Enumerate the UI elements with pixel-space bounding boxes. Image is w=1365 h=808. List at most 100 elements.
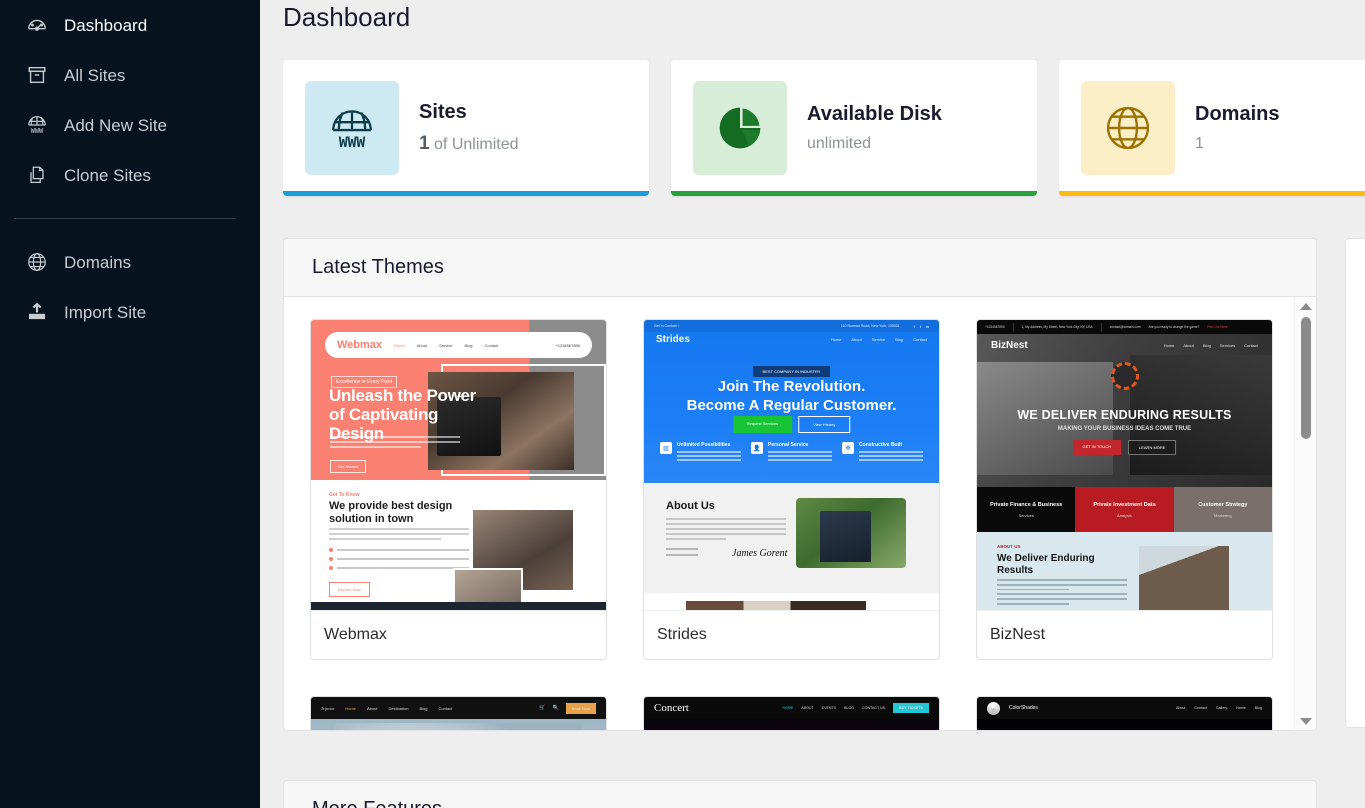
preview-nav-item: Blog <box>464 342 473 348</box>
sidebar-item-import-site[interactable]: Import Site <box>0 287 260 337</box>
more-features-title: More Features <box>312 798 1288 808</box>
preview-btn1: GET IN TOUCH <box>1072 440 1121 455</box>
theme-card-colorshades[interactable]: ColorShades About Contact Gallery Home B… <box>976 696 1273 730</box>
theme-name: Strides <box>644 610 939 659</box>
sidebar-item-label: All Sites <box>64 65 126 85</box>
latest-themes-panel: Latest Themes Webmax Home About Service … <box>283 238 1317 731</box>
sidebar-item-add-new-site[interactable]: WWW Add New Site <box>0 100 260 150</box>
preview-nav-item: CONTACT US <box>862 706 886 710</box>
preview-btn: BUY TICKETS <box>893 703 929 713</box>
scroll-up-arrow-icon[interactable] <box>1295 297 1317 315</box>
preview-tag: BEST COMPANY IN INDUSTRY <box>752 366 831 377</box>
preview-nav-item: ABOUT <box>801 706 814 710</box>
stat-texts: Domains 1 <box>1195 103 1279 153</box>
preview-nav-item: Home <box>1163 343 1175 348</box>
stat-value: 1 <box>1195 135 1279 153</box>
stat-label: Domains <box>1195 103 1280 125</box>
preview-nav-item: Blog <box>1202 343 1211 348</box>
preview-nav-item: Home <box>394 342 405 348</box>
sidebar-item-all-sites[interactable]: All Sites <box>0 50 260 100</box>
main-content: Dashboard WWW Sites 1 of Unlimited Avail… <box>260 0 1365 808</box>
theme-thumbnail: Tripowa Home About Destination Blog Cont… <box>311 697 606 730</box>
preview-logo: BizNest <box>991 340 1028 351</box>
preview-nav-item: Gallery <box>1215 706 1228 710</box>
theme-name: BizNest <box>977 610 1272 659</box>
theme-card-biznest[interactable]: +1234567890 1, My Address, My Street, Ne… <box>976 319 1273 660</box>
stat-label: Available Disk <box>807 103 942 125</box>
theme-card-strides[interactable]: Get In Contact > 110 Norman Road, New Yo… <box>643 319 940 660</box>
preview-address: 1, My Address, My Street, New York City,… <box>1021 325 1093 329</box>
app-root: Dashboard All Sites WWW Add New Site Clo… <box>0 0 1365 808</box>
preview-strip-sub: Analysis <box>1117 512 1132 518</box>
preview-nav-item: Home <box>1236 706 1246 710</box>
latest-themes-title: Latest Themes <box>284 239 1316 297</box>
preview-phone: +1234567890 <box>985 325 1005 329</box>
stat-texts: Available Disk unlimited <box>807 103 942 153</box>
preview-strip-sub: Services <box>1018 512 1034 518</box>
theme-thumbnail: Concert HOME ABOUT EVENTS BLOG CONTACT U… <box>644 697 939 730</box>
preview-nav-item: Service <box>439 342 453 348</box>
theme-card-concert[interactable]: Concert HOME ABOUT EVENTS BLOG CONTACT U… <box>643 696 940 730</box>
preview-cta2: Explore Now <box>329 582 370 597</box>
preview-nav-item: Destination <box>388 705 409 711</box>
preview-cta-text: Are you ready to change the game? <box>1148 325 1200 329</box>
sidebar-item-clone-sites[interactable]: Clone Sites <box>0 150 260 200</box>
tripowa-preview: Tripowa Home About Destination Blog Cont… <box>311 697 606 730</box>
sidebar: Dashboard All Sites WWW Add New Site Clo… <box>0 0 260 808</box>
stat-suffix: of Unlimited <box>434 136 519 153</box>
preview-nav-item: Contact <box>1244 343 1258 348</box>
theme-thumbnail: Get In Contact > 110 Norman Road, New Yo… <box>644 320 939 610</box>
strides-preview: Get In Contact > 110 Norman Road, New Yo… <box>644 320 939 610</box>
preview-topbar-mid: 110 Norman Road, New York, 100001 <box>840 324 900 328</box>
preview-btn2: LEARN MORE <box>1128 440 1177 455</box>
sidebar-item-dashboard[interactable]: Dashboard <box>0 0 260 50</box>
preview-email: contact@domain.com <box>1109 325 1141 329</box>
themes-scrollbar[interactable] <box>1294 297 1316 730</box>
preview-about-title: We Deliver Enduring Results <box>997 553 1095 576</box>
scrollbar-thumb[interactable] <box>1300 317 1311 439</box>
stat-value: 1 of Unlimited <box>419 133 519 155</box>
preview-feature: Personal Service <box>768 442 809 448</box>
preview-nav-item: HOME <box>782 706 794 710</box>
preview-nav-item: About <box>416 342 428 348</box>
scroll-down-arrow-icon[interactable] <box>1295 712 1317 730</box>
preview-kicker: ABOUT US <box>997 544 1021 549</box>
stat-label: Sites <box>419 101 467 123</box>
preview-nav-item: Blog <box>895 337 904 342</box>
panels-row: Latest Themes Webmax Home About Service … <box>283 238 1365 731</box>
theme-thumbnail: Webmax Home About Service Blog Contact +… <box>311 320 606 610</box>
preview-headline: WE DELIVER ENDURING RESULTS <box>1017 408 1232 422</box>
preview-topbar-left: Get In Contact > <box>654 324 680 328</box>
sidebar-item-label: Domains <box>64 252 132 272</box>
archive-box-icon <box>24 62 50 88</box>
preview-nav-item: BLOG <box>844 706 855 710</box>
theme-card-tripowa[interactable]: Tripowa Home About Destination Blog Cont… <box>310 696 607 730</box>
preview-nav-item: Home <box>830 337 842 342</box>
preview-nav-item: Services <box>1219 343 1236 348</box>
preview-feature: Unlimited Possibilities <box>677 442 731 448</box>
preview-logo: ColorShades <box>1009 705 1038 711</box>
themes-grid: Webmax Home About Service Blog Contact +… <box>310 319 1290 730</box>
stat-card-domains[interactable]: Domains 1 <box>1059 60 1365 196</box>
preview-strip-title: Private Investment Data <box>1093 501 1156 508</box>
theme-name: Webmax <box>311 610 606 659</box>
preview-cta-link: Find Out More <box>1207 325 1228 329</box>
preview-nav-item: Contact <box>913 337 927 342</box>
stat-number: 1 <box>419 133 430 154</box>
preview-logo: Webmax <box>337 339 383 351</box>
preview-nav-item: Blog <box>419 705 428 711</box>
more-features-panel: More Features <box>283 780 1317 808</box>
stat-card-available-disk[interactable]: Available Disk unlimited <box>671 60 1037 196</box>
preview-subhead: MAKING YOUR BUSINESS IDEAS COME TRUE <box>1057 426 1192 432</box>
preview-headline: Unleash the Power of Captivating Design <box>329 386 476 443</box>
stat-card-sites[interactable]: WWW Sites 1 of Unlimited <box>283 60 649 196</box>
sidebar-item-domains[interactable]: Domains <box>0 237 260 287</box>
www-globe-icon: WWW <box>305 81 399 175</box>
stats-row: WWW Sites 1 of Unlimited Available Disk … <box>283 60 1365 196</box>
theme-card-webmax[interactable]: Webmax Home About Service Blog Contact +… <box>310 319 607 660</box>
scrollbar-track[interactable] <box>1295 315 1317 712</box>
latest-themes-body: Webmax Home About Service Blog Contact +… <box>284 297 1316 730</box>
stat-texts: Sites 1 of Unlimited <box>419 101 519 155</box>
page-title: Dashboard <box>283 2 411 32</box>
preview-kicker: Get To Know <box>329 492 360 498</box>
